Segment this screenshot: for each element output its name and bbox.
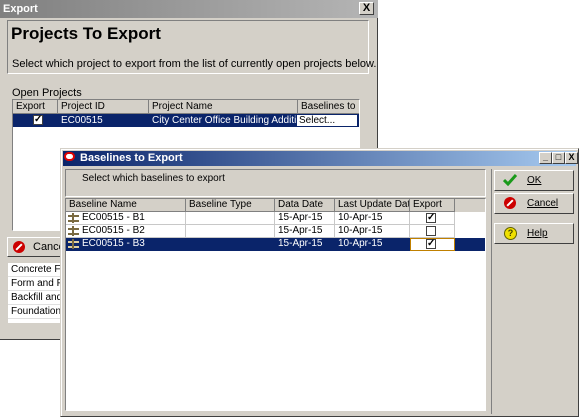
export-checkbox[interactable]: ✓ — [33, 115, 43, 125]
last-update-cell: 10-Apr-15 — [335, 225, 410, 238]
dialog-title-bar: Baselines to Export — [63, 151, 576, 166]
list-item[interactable]: Concrete Fou — [8, 263, 62, 277]
activity-list: Concrete Fou Form and Pou Backfill and C… — [8, 263, 62, 323]
last-update-cell: 10-Apr-15 — [335, 238, 410, 251]
baseline-icon — [68, 239, 79, 249]
export-cell — [410, 225, 455, 238]
minimize-icon[interactable]: _ — [539, 152, 552, 164]
dialog-title: Baselines to Export — [80, 152, 183, 164]
page-title: Projects To Export — [11, 24, 161, 43]
column-header-data-date[interactable]: Data Date — [275, 199, 335, 212]
dialog-description: Select which baselines to export — [82, 173, 225, 184]
baseline-name-cell: EC00515 - B3 — [66, 238, 186, 251]
baseline-name-cell: EC00515 - B1 — [66, 212, 186, 225]
data-date-cell: 15-Apr-15 — [275, 212, 335, 225]
cancel-button[interactable]: Cancel — [7, 237, 67, 257]
baselines-select-button[interactable]: Select... — [296, 114, 358, 127]
help-button[interactable]: ? Help — [494, 223, 574, 244]
baseline-type-cell — [186, 225, 275, 238]
baseline-icon — [68, 226, 79, 236]
checkmark-icon — [503, 174, 517, 186]
page-description: Select which project to export from the … — [12, 58, 377, 70]
last-update-cell: 10-Apr-15 — [335, 212, 410, 225]
baseline-type-cell — [186, 212, 275, 225]
table-row[interactable]: EC00515 - B1 15-Apr-15 10-Apr-15 ✓ — [66, 212, 485, 225]
column-header-export[interactable]: Export — [13, 100, 58, 114]
no-entry-icon — [13, 241, 25, 253]
ok-button[interactable]: OK — [494, 170, 574, 191]
maximize-icon[interactable]: □ — [552, 152, 565, 164]
column-header-project-name[interactable]: Project Name — [149, 100, 298, 114]
table-row-selected[interactable]: EC00515 - B3 15-Apr-15 10-Apr-15 ✓ — [66, 238, 485, 251]
column-header-baseline-type[interactable]: Baseline Type — [186, 199, 275, 212]
oracle-icon — [64, 152, 75, 161]
column-header-baselines[interactable]: Baselines to Ex — [298, 100, 359, 114]
table-row[interactable]: ✓ EC00515 City Center Office Building Ad… — [13, 114, 359, 127]
help-label: Help — [527, 228, 548, 239]
baseline-name-text: EC00515 - B2 — [82, 225, 145, 236]
list-item[interactable]: Foundation P — [8, 305, 62, 319]
project-name-cell: City Center Office Building Addition — [152, 115, 298, 126]
baseline-name-text: EC00515 - B1 — [82, 212, 145, 223]
open-projects-label: Open Projects — [12, 87, 82, 99]
close-icon[interactable]: X — [359, 2, 374, 15]
export-checkbox[interactable]: ✓ — [426, 239, 436, 249]
project-id-cell: EC00515 — [61, 115, 103, 126]
cancel-button[interactable]: Cancel — [494, 193, 574, 214]
export-cell: ✓ — [410, 238, 455, 251]
baseline-type-cell — [186, 238, 275, 251]
column-header-baseline-name[interactable]: Baseline Name — [66, 199, 186, 212]
export-window-title: Export — [0, 0, 378, 18]
column-header-project-id[interactable]: Project ID — [58, 100, 149, 114]
cancel-label: Cancel — [527, 198, 559, 209]
data-date-cell: 15-Apr-15 — [275, 238, 335, 251]
column-header-export[interactable]: Export — [410, 199, 455, 212]
export-checkbox[interactable]: ✓ — [426, 213, 436, 223]
baselines-table-header: Baseline Name Baseline Type Data Date La… — [66, 199, 485, 212]
baseline-name-text: EC00515 - B3 — [82, 238, 145, 249]
close-icon[interactable]: X — [565, 152, 578, 164]
baseline-icon — [68, 213, 79, 223]
baselines-table: Baseline Name Baseline Type Data Date La… — [65, 198, 486, 411]
baselines-dialog: Baselines to Export _ □ X Select which b… — [60, 148, 579, 417]
ok-label: OK — [527, 175, 542, 186]
table-row[interactable]: EC00515 - B2 15-Apr-15 10-Apr-15 — [66, 225, 485, 238]
export-checkbox[interactable] — [426, 226, 436, 236]
list-item[interactable]: Backfill and C — [8, 291, 62, 305]
no-entry-icon — [504, 197, 516, 209]
help-icon: ? — [504, 227, 517, 240]
column-header-last-update[interactable]: Last Update Date — [335, 199, 410, 212]
data-date-cell: 15-Apr-15 — [275, 225, 335, 238]
baseline-name-cell: EC00515 - B2 — [66, 225, 186, 238]
export-cell: ✓ — [410, 212, 455, 225]
list-item[interactable]: Form and Pou — [8, 277, 62, 291]
projects-table-header: Export Project ID Project Name Baselines… — [13, 100, 359, 114]
